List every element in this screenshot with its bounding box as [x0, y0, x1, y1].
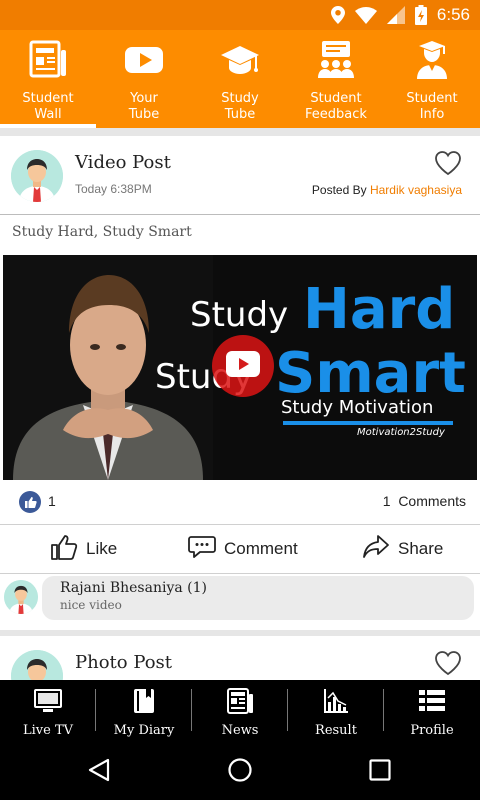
tab-label: Wall: [34, 107, 62, 122]
avatar[interactable]: [11, 150, 63, 202]
posted-by: Posted By Hardik vaghasiya: [312, 183, 462, 197]
nav-label: Result: [315, 723, 357, 738]
video-subtitle: Study Motivation: [281, 397, 434, 418]
play-button[interactable]: [212, 335, 274, 397]
share-label: Share: [398, 539, 444, 558]
comment-text: nice video: [60, 598, 122, 612]
tab-label: Student: [22, 91, 74, 106]
video-thumbnail[interactable]: Study Hard Study Smart Study Motivation …: [3, 255, 477, 480]
comment-icon: [188, 535, 216, 564]
like-count[interactable]: 1: [48, 493, 56, 509]
nav-label: My Diary: [113, 723, 175, 738]
post-card: Photo Post: [0, 636, 480, 680]
avatar[interactable]: [11, 650, 63, 680]
tab-student-feedback[interactable]: Student Feedback: [288, 30, 384, 128]
comment-label: Comment: [224, 539, 298, 558]
comment-bubble[interactable]: Rajani Bhesaniya (1) nice video: [42, 576, 474, 620]
post-card: Video Post Today 6:38PM Posted By Hardik…: [0, 136, 480, 630]
chart-icon: [323, 688, 349, 719]
graduation-cap-icon: [220, 40, 260, 85]
avatar[interactable]: [4, 580, 38, 614]
post-actions: Like Comment Share: [0, 524, 480, 574]
post-caption: Study Hard, Study Smart: [12, 224, 192, 240]
recent-apps-icon[interactable]: [369, 759, 391, 786]
nav-my-diary[interactable]: My Diary: [96, 680, 192, 742]
wifi-icon: [354, 6, 377, 24]
youtube-icon: [124, 40, 164, 85]
graduate-icon: [412, 40, 452, 85]
nav-label: News: [221, 723, 259, 738]
system-navigation-bar: [0, 742, 480, 800]
post-type: Photo Post: [75, 652, 173, 673]
like-label: Like: [86, 539, 118, 558]
status-bar: 6:56: [0, 0, 480, 30]
tv-icon: [34, 688, 62, 719]
tab-label: Tube: [128, 107, 160, 122]
clock: 6:56: [436, 5, 470, 24]
author-link[interactable]: Hardik vaghasiya: [370, 183, 462, 197]
video-title-text: Study: [190, 295, 289, 335]
share-button[interactable]: Share: [362, 534, 443, 565]
nav-news[interactable]: News: [192, 680, 288, 742]
video-brand: Motivation2Study: [357, 427, 445, 438]
tab-label: Student: [310, 91, 362, 106]
post-stats: 1 1 Comments: [0, 480, 480, 524]
play-icon: [226, 350, 260, 382]
comment-count-number: 1: [382, 493, 391, 509]
like-button[interactable]: Like: [50, 533, 117, 566]
comment-item: Rajani Bhesaniya (1) nice video: [0, 574, 480, 630]
nav-label: Live TV: [22, 723, 74, 738]
tab-label: Study: [221, 91, 259, 106]
nav-result[interactable]: Result: [288, 680, 384, 742]
battery-icon: [414, 5, 427, 25]
tab-student-wall[interactable]: Student Wall: [0, 30, 96, 128]
nav-profile[interactable]: Profile: [384, 680, 480, 742]
video-title-text: Hard: [303, 277, 456, 342]
tab-label: Student: [406, 91, 458, 106]
newspaper-icon: [28, 40, 68, 85]
home-icon[interactable]: [228, 758, 252, 787]
signal-icon: [386, 6, 405, 24]
tab-label: Tube: [224, 107, 256, 122]
location-icon: [330, 6, 345, 24]
nav-label: Profile: [410, 723, 454, 738]
list-icon: [418, 688, 446, 719]
video-underline: [283, 421, 453, 425]
share-icon: [362, 534, 390, 565]
post-header: Video Post Today 6:38PM Posted By Hardik…: [0, 136, 480, 214]
post-timestamp: Today 6:38PM: [75, 182, 152, 196]
feedback-icon: [316, 40, 356, 85]
news-icon: [226, 688, 254, 719]
heart-icon[interactable]: [434, 650, 462, 680]
tab-your-tube[interactable]: Your Tube: [96, 30, 192, 128]
diary-icon: [131, 688, 157, 719]
comment-count-label: Comments: [398, 493, 466, 509]
tab-label: Feedback: [305, 107, 367, 122]
bottom-navigation: Live TV My Diary News Result Profile: [0, 680, 480, 742]
tab-study-tube[interactable]: Study Tube: [192, 30, 288, 128]
heart-icon[interactable]: [434, 150, 462, 181]
thumbs-up-icon: [50, 533, 78, 566]
back-icon[interactable]: [88, 758, 110, 787]
commenter-name: Rajani Bhesaniya (1): [60, 580, 207, 596]
tab-label: Your: [130, 91, 158, 106]
posted-by-label: Posted By: [311, 183, 367, 197]
tab-label: Info: [419, 107, 445, 122]
feed[interactable]: Video Post Today 6:38PM Posted By Hardik…: [0, 130, 480, 680]
tab-student-info[interactable]: Student Info: [384, 30, 480, 128]
nav-live-tv[interactable]: Live TV: [0, 680, 96, 742]
comment-button[interactable]: Comment: [188, 535, 298, 564]
comment-count[interactable]: 1 Comments: [383, 493, 466, 509]
post-type: Video Post: [75, 152, 171, 173]
top-navigation: Student Wall Your Tube Study Tube Student Fe…: [0, 30, 480, 128]
thumbs-up-badge-icon: [19, 491, 41, 513]
